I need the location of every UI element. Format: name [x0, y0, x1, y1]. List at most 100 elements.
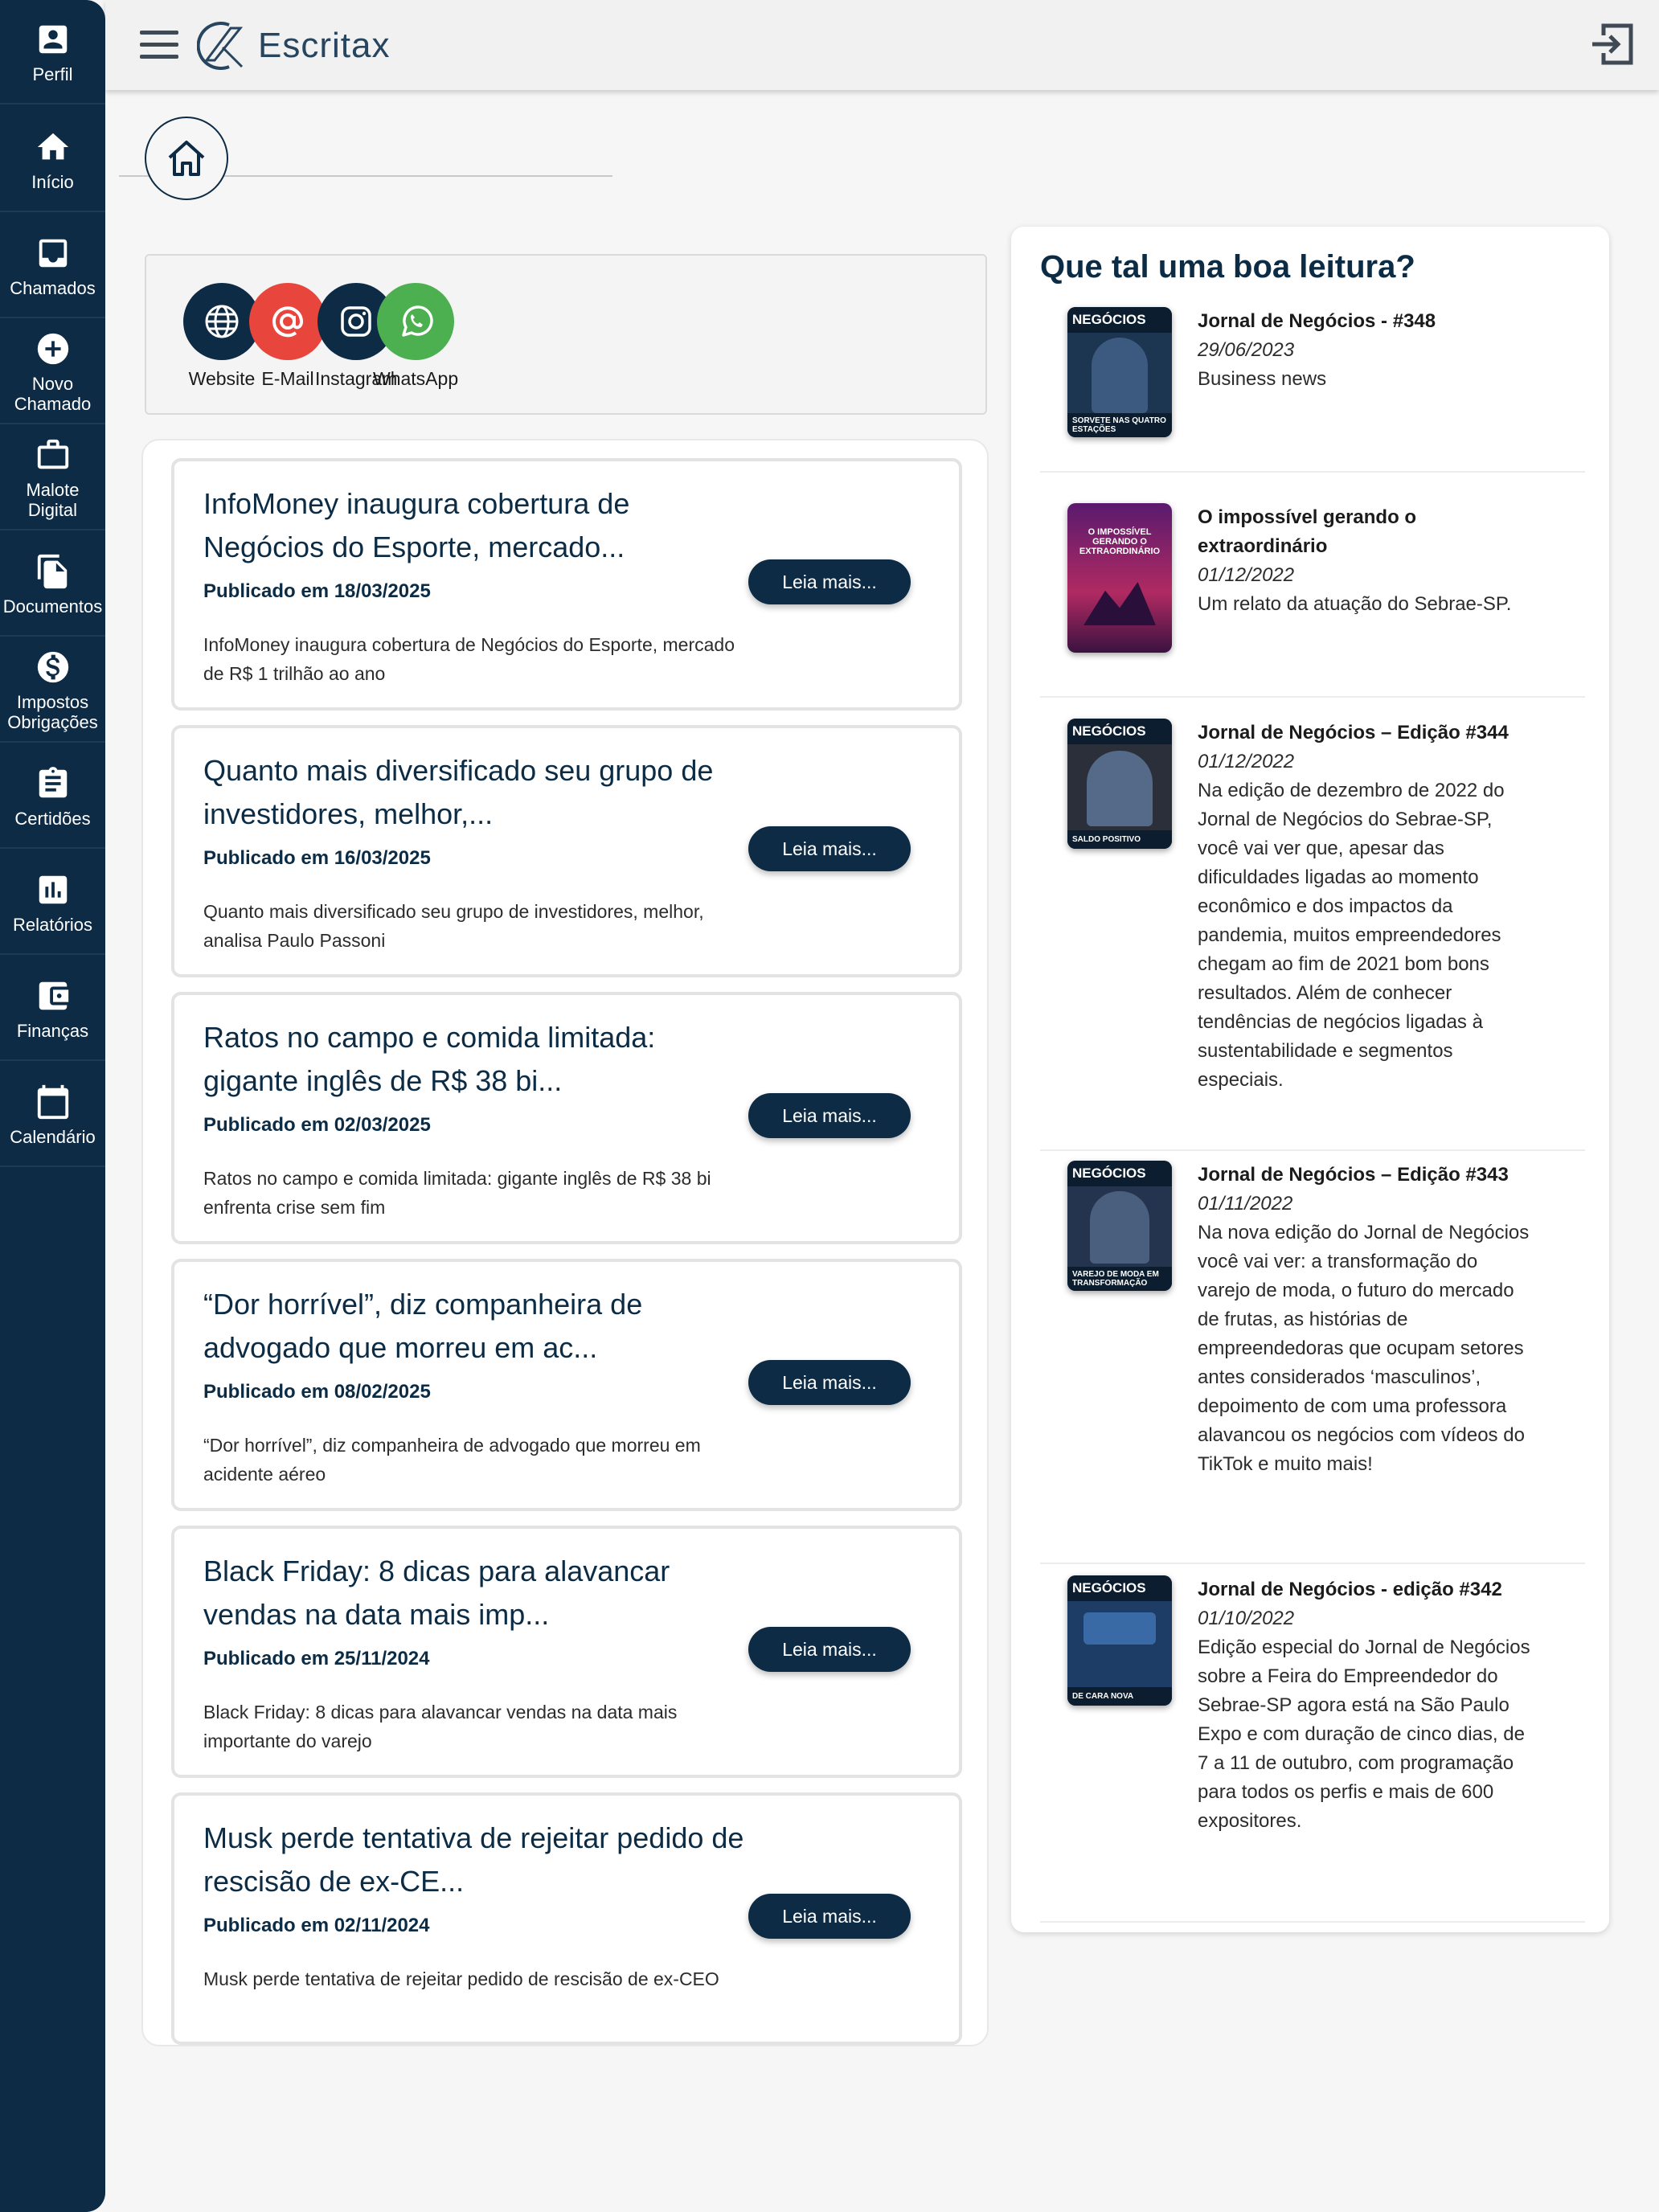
- menu-icon[interactable]: [140, 27, 178, 63]
- news-date: Publicado em 02/03/2025: [203, 1114, 431, 1136]
- globe-icon: [205, 305, 239, 338]
- news-card: Black Friday: 8 dicas para alavancar ven…: [171, 1526, 962, 1778]
- sidebar-item-label: Documentos: [2, 596, 103, 616]
- sidebar-item-label: Início: [31, 171, 74, 192]
- reading-heading: Que tal uma boa leitura?: [1040, 249, 1415, 285]
- sidebar: Perfil Início Chamados Novo Chamado Malo…: [0, 0, 105, 2212]
- home-icon: [37, 133, 68, 159]
- reading-item[interactable]: NEGÓCIOS SALDO POSITIVO Jornal de Negóci…: [1040, 719, 1585, 1154]
- escritax-logo-icon: [197, 22, 244, 70]
- inbox-icon: [39, 239, 67, 267]
- sidebar-item-label: Impostos Obrigações: [7, 692, 98, 732]
- reading-item[interactable]: O IMPOSSÍVEL GERANDO O EXTRAORDINÁRIO O …: [1040, 503, 1585, 701]
- sidebar-item-label: Chamados: [10, 277, 96, 298]
- sidebar-item-impostos[interactable]: Impostos Obrigações: [0, 638, 105, 743]
- sidebar-item-label: Certidões: [14, 808, 91, 829]
- reading-panel: Que tal uma boa leitura? NEGÓCIOS SORVET…: [1011, 227, 1609, 1932]
- news-snippet: Musk perde tentativa de rejeitar pedido …: [203, 1968, 719, 1989]
- reading-title: Jornal de Negócios - edição #342: [1198, 1579, 1502, 1600]
- read-more-button[interactable]: Leia mais...: [748, 1360, 911, 1405]
- sidebar-item-novo-chamado[interactable]: Novo Chamado: [0, 320, 105, 424]
- news-panel: InfoMoney inaugura cobertura de Negócios…: [141, 439, 989, 2046]
- sidebar-item-perfil[interactable]: Perfil: [0, 0, 105, 104]
- reading-item[interactable]: NEGÓCIOS DE CARA NOVA Jornal de Negócios…: [1040, 1575, 1585, 1929]
- reading-description: Um relato da atuação do Sebrae-SP.: [1198, 593, 1512, 615]
- top-bar: Escritax: [105, 0, 1659, 90]
- news-card: “Dor horrível”, diz companheira de advog…: [171, 1259, 962, 1511]
- reading-title: Jornal de Negócios – Edição #344: [1198, 722, 1509, 743]
- news-date: Publicado em 08/02/2025: [203, 1381, 431, 1403]
- magazine-cover: NEGÓCIOS SALDO POSITIVO: [1067, 719, 1172, 849]
- news-title: InfoMoney inaugura cobertura de Negócios…: [203, 487, 630, 563]
- news-date: Publicado em 02/11/2024: [203, 1915, 430, 1936]
- magazine-cover: NEGÓCIOS VAREJO DE MODA EM TRANSFORMAÇÃO: [1067, 1161, 1172, 1291]
- news-card: Musk perde tentativa de rejeitar pedido …: [171, 1792, 962, 2045]
- cover-masthead: NEGÓCIOS: [1067, 1161, 1172, 1186]
- reading-description: Na nova edição do Jornal de Negócios voc…: [1198, 1222, 1530, 1475]
- sidebar-item-label: Perfil: [32, 63, 73, 84]
- social-label: WhatsApp: [373, 368, 459, 389]
- sidebar-item-calendario[interactable]: Calendário: [0, 1063, 105, 1167]
- sidebar-item-label: Relatórios: [12, 914, 93, 935]
- reading-date: 29/06/2023: [1198, 339, 1295, 361]
- sidebar-item-documentos[interactable]: Documentos: [0, 532, 105, 637]
- news-snippet: “Dor horrível”, diz companheira de advog…: [203, 1435, 701, 1485]
- sidebar-item-certidoes[interactable]: Certidões: [0, 744, 105, 849]
- add-circle-icon: [37, 333, 68, 365]
- reading-description: Edição especial do Jornal de Negócios so…: [1198, 1636, 1530, 1832]
- reading-date: 01/12/2022: [1198, 751, 1295, 772]
- sidebar-item-inicio[interactable]: Início: [0, 108, 105, 212]
- news-snippet: InfoMoney inaugura cobertura de Negócios…: [203, 634, 735, 684]
- read-more-button[interactable]: Leia mais...: [748, 559, 911, 604]
- read-more-button[interactable]: Leia mais...: [748, 1894, 911, 1939]
- news-title: Black Friday: 8 dicas para alavancar ven…: [203, 1555, 670, 1631]
- read-more-button[interactable]: Leia mais...: [748, 1627, 911, 1672]
- cover-caption: SORVETE NAS QUATRO ESTAÇÕES: [1067, 413, 1172, 437]
- reading-item[interactable]: NEGÓCIOS VAREJO DE MODA EM TRANSFORMAÇÃO…: [1040, 1161, 1585, 1567]
- news-title: “Dor horrível”, diz companheira de advog…: [203, 1288, 643, 1364]
- cover-caption: DE CARA NOVA: [1067, 1687, 1172, 1706]
- read-more-button[interactable]: Leia mais...: [748, 826, 911, 871]
- sidebar-item-label: Finanças: [16, 1020, 89, 1041]
- sidebar-item-chamados[interactable]: Chamados: [0, 214, 105, 318]
- sidebar-item-relatorios[interactable]: Relatórios: [0, 850, 105, 955]
- news-title: Ratos no campo e comida limitada: gigant…: [203, 1021, 656, 1097]
- reading-title: Jornal de Negócios - #348: [1198, 310, 1436, 332]
- news-card: Quanto mais diversificado seu grupo de i…: [171, 725, 962, 977]
- cover-masthead: NEGÓCIOS: [1067, 1575, 1172, 1601]
- social-links-card: Website E-Mail Instagram WhatsApp: [145, 254, 987, 415]
- app-root: Perfil Início Chamados Novo Chamado Malo…: [0, 0, 1659, 2212]
- home-button[interactable]: [145, 117, 228, 200]
- read-more-button[interactable]: Leia mais...: [748, 1093, 911, 1138]
- whatsapp-icon: [402, 305, 433, 337]
- reading-description: Business news: [1198, 368, 1327, 390]
- file-copy-icon: [37, 554, 67, 588]
- sidebar-item-malote-digital[interactable]: Malote Digital: [0, 426, 105, 530]
- dollar-icon: [37, 651, 68, 683]
- logout-icon[interactable]: [1587, 19, 1637, 69]
- news-snippet: Ratos no campo e comida limitada: gigant…: [203, 1168, 711, 1218]
- reading-description: Na edição de dezembro de 2022 do Jornal …: [1198, 780, 1505, 1091]
- news-date: Publicado em 25/11/2024: [203, 1648, 430, 1669]
- cover-masthead: NEGÓCIOS: [1067, 307, 1172, 333]
- reading-date: 01/11/2022: [1198, 1193, 1293, 1215]
- news-title: Musk perde tentativa de rejeitar pedido …: [203, 1821, 744, 1898]
- briefcase-icon: [37, 439, 68, 469]
- sidebar-item-label: Novo Chamado: [14, 374, 92, 414]
- wallet-icon: [39, 981, 68, 1010]
- news-snippet: Quanto mais diversificado seu grupo de i…: [203, 901, 704, 951]
- cover-caption: SALDO POSITIVO: [1067, 830, 1172, 849]
- news-date: Publicado em 18/03/2025: [203, 580, 431, 602]
- reading-title: Jornal de Negócios – Edição #343: [1198, 1164, 1509, 1186]
- news-title: Quanto mais diversificado seu grupo de i…: [203, 754, 714, 830]
- account-box-icon: [39, 25, 67, 53]
- sidebar-item-label: Malote Digital: [26, 480, 80, 520]
- reading-date: 01/12/2022: [1198, 564, 1295, 586]
- sidebar-item-financas[interactable]: Finanças: [0, 956, 105, 1061]
- sidebar-item-label: Calendário: [10, 1126, 96, 1147]
- social-whatsapp[interactable]: WhatsApp: [373, 283, 458, 390]
- reading-item[interactable]: NEGÓCIOS SORVETE NAS QUATRO ESTAÇÕES Jor…: [1040, 307, 1585, 476]
- instagram-icon: [341, 306, 371, 337]
- home-outline-icon: [168, 141, 205, 176]
- magazine-cover: NEGÓCIOS SORVETE NAS QUATRO ESTAÇÕES: [1067, 307, 1172, 437]
